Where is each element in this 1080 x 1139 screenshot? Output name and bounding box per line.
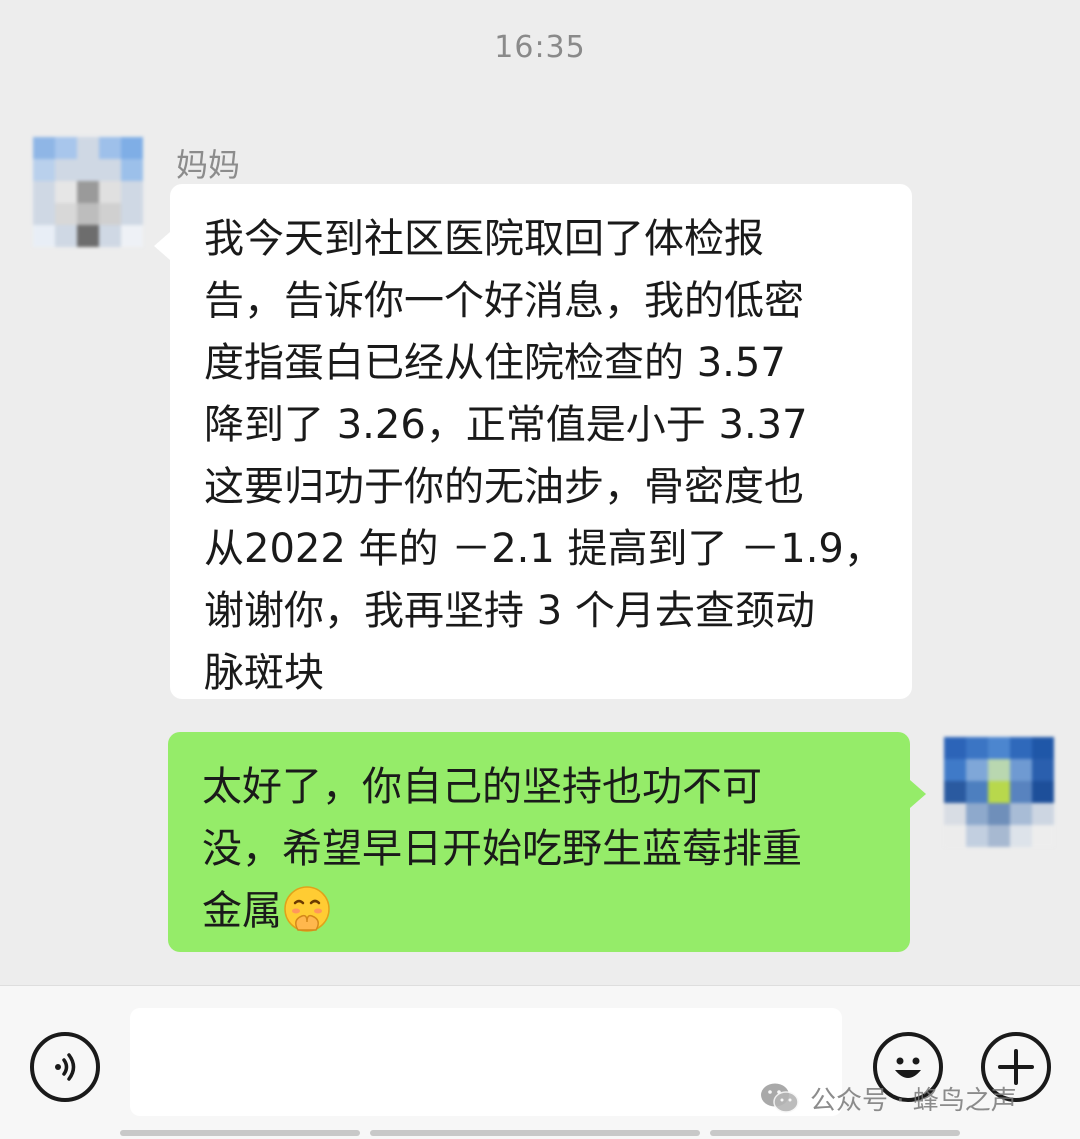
watermark-text: 公众号 · 蜂鸟之声 bbox=[810, 1085, 1017, 1116]
outgoing-message-bubble[interactable]: 太好了，你自己的坚持也功不可 没，希望早日开始吃野生蓝莓排重 金属 bbox=[168, 732, 926, 952]
contact-avatar[interactable] bbox=[33, 137, 143, 247]
voice-icon bbox=[55, 1053, 76, 1081]
watermark: 公众号 · 蜂鸟之声 bbox=[760, 1078, 1017, 1118]
hugging-face-emoji bbox=[284, 886, 330, 932]
message-line: 降到了 3.26，正常值是小于 3.37 bbox=[204, 402, 808, 448]
wechat-logo-icon bbox=[761, 1083, 799, 1113]
bottom-strip bbox=[370, 1130, 700, 1136]
message-line: 度指蛋白已经从住院检查的 3.57 bbox=[204, 340, 786, 386]
message-timestamp: 16:35 bbox=[494, 30, 586, 65]
message-line: 我今天到社区医院取回了体检报 bbox=[204, 216, 764, 262]
message-input[interactable] bbox=[130, 1008, 842, 1116]
message-line: 从2022 年的 －2.1 提高到了 －1.9， bbox=[204, 526, 884, 572]
message-line: 没，希望早日开始吃野生蓝莓排重 bbox=[202, 826, 802, 872]
message-line-text: 金属 bbox=[202, 888, 282, 934]
bottom-strip bbox=[120, 1130, 360, 1136]
sender-name: 妈妈 bbox=[176, 146, 241, 184]
message-line: 这要归功于你的无油步，骨密度也 bbox=[204, 464, 804, 510]
incoming-message-bubble[interactable]: 我今天到社区医院取回了体检报 告，告诉你一个好消息，我的低密 度指蛋白已经从住院… bbox=[154, 184, 912, 699]
message-line: 脉斑块 bbox=[204, 650, 324, 696]
my-avatar[interactable] bbox=[944, 737, 1054, 847]
message-line: 谢谢你，我再坚持 3 个月去查颈动 bbox=[204, 588, 815, 634]
bottom-strip bbox=[710, 1130, 960, 1136]
message-line: 告，告诉你一个好消息，我的低密 bbox=[204, 278, 804, 324]
message-line-last: 金属 bbox=[202, 880, 880, 942]
message-line: 太好了，你自己的坚持也功不可 bbox=[202, 764, 762, 810]
voice-button[interactable] bbox=[30, 1032, 100, 1102]
